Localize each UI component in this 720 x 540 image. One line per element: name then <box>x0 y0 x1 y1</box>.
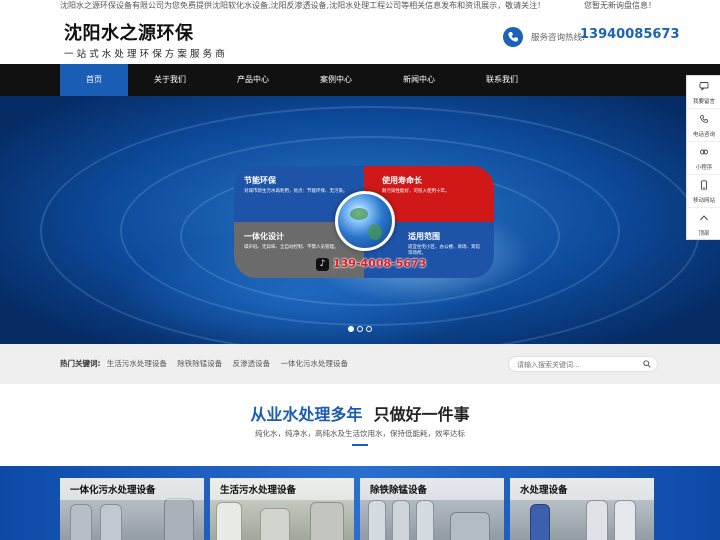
keyword-link[interactable]: 生活污水处理设备 <box>107 359 167 368</box>
header: 沈阳水之源环保 一站式水处理环保方案服务商 服务咨询热线: 1394008567… <box>0 12 720 64</box>
phone-icon <box>503 27 523 47</box>
product-card[interactable]: 水处理设备 <box>510 478 654 540</box>
message-icon <box>699 82 709 91</box>
feature-desc: 适宜住宅小区、办公楼、商场、宾馆等场所。 <box>408 245 480 256</box>
product-section: 一体化污水处理设备 生活污水处理设备 除铁除锰设备 水处理设备 <box>0 466 720 540</box>
mobile-icon <box>701 180 707 190</box>
divider <box>352 444 368 446</box>
product-card[interactable]: 一体化污水处理设备 <box>60 478 204 540</box>
hot-keywords: 热门关键词: 生活污水处理设备 除铁除锰设备 反渗透设备 一体化污水处理设备 <box>60 344 356 384</box>
side-item-label: 小程序 <box>695 165 713 171</box>
side-item-label: 我要留言 <box>692 99 715 105</box>
nav-item-news[interactable]: 新闻中心 <box>385 64 453 96</box>
intro-title-blue: 从业水处理多年 <box>250 405 363 424</box>
side-item-label: 移动网站 <box>692 198 715 204</box>
site-notice: 沈阳水之源环保设备有限公司为您免费提供沈阳软化水设备,沈阳反渗透设备,沈阳水处理… <box>60 1 546 10</box>
mini-program-icon <box>700 149 708 155</box>
search-box <box>508 356 658 372</box>
banner-hotline-number: 139-4008-5673 <box>333 257 427 270</box>
feature-desc: 耐污染性能好，可投入使用十年。 <box>382 189 450 194</box>
slide-dot[interactable] <box>357 326 363 332</box>
intro-title: 从业水处理多年 只做好一件事 <box>0 401 720 425</box>
globe-icon <box>335 191 395 251</box>
tiktok-icon: ♪ <box>316 258 329 271</box>
feature-title: 节能环保 <box>244 176 276 185</box>
intro-section: 从业水处理多年 只做好一件事 纯化水，纯净水，高纯水及生活饮用水，保持低能耗，效… <box>0 384 720 466</box>
side-item-label: 顶部 <box>698 231 710 237</box>
main-nav: 首页 关于我们 产品中心 案例中心 新闻中心 联系我们 <box>0 64 720 96</box>
nav-item-products[interactable]: 产品中心 <box>219 64 287 96</box>
top-notice-bar: 沈阳水之源环保设备有限公司为您免费提供沈阳软化水设备,沈阳反渗透设备,沈阳水处理… <box>0 0 720 12</box>
brand-slogan: 一站式水处理环保方案服务商 <box>64 49 228 60</box>
hot-keywords-label: 热门关键词: <box>60 359 101 368</box>
arrow-up-icon <box>700 215 708 221</box>
product-card-label: 一体化污水处理设备 <box>70 485 156 496</box>
slide-dot[interactable] <box>366 326 372 332</box>
nav-item-about[interactable]: 关于我们 <box>136 64 204 96</box>
intro-subtitle: 纯化水，纯净水，高纯水及生活饮用水，保持低能耗，效率达标 <box>255 429 465 438</box>
intro-title-dark: 只做好一件事 <box>373 405 470 424</box>
side-toolbar: 我要留言 电话咨询 小程序 移动网站 顶部 <box>686 75 720 240</box>
feature-desc: 对城市新生污水再利用，优点：节能环保、无污染。 <box>244 189 348 194</box>
logo[interactable]: 沈阳水之源环保 一站式水处理环保方案服务商 <box>64 19 228 60</box>
hero-banner[interactable]: 节能环保 对城市新生污水再利用，优点：节能环保、无污染。 使用寿命长 耐污染性能… <box>0 96 720 344</box>
hotline-label: 服务咨询热线: <box>531 33 585 43</box>
feature-title: 使用寿命长 <box>382 176 422 185</box>
product-card[interactable]: 除铁除锰设备 <box>360 478 504 540</box>
feature-desc: 噪声低、无异味、全自动控制、不需人员管理。 <box>244 245 339 250</box>
side-item-message[interactable]: 我要留言 <box>687 76 720 109</box>
product-card-label: 生活污水处理设备 <box>220 485 297 496</box>
keyword-link[interactable]: 一体化污水处理设备 <box>281 359 349 368</box>
keyword-link[interactable]: 除铁除锰设备 <box>177 359 222 368</box>
search-input[interactable] <box>517 359 637 370</box>
product-card[interactable]: 生活污水处理设备 <box>210 478 354 540</box>
nav-item-contact[interactable]: 联系我们 <box>468 64 536 96</box>
nav-item-home[interactable]: 首页 <box>60 64 128 96</box>
side-item-phone[interactable]: 电话咨询 <box>687 109 720 142</box>
inquiry-notice[interactable]: 您暂无新询盘信息！ <box>584 0 656 12</box>
side-item-mini-program[interactable]: 小程序 <box>687 142 720 175</box>
side-item-mobile[interactable]: 移动网站 <box>687 175 720 208</box>
search-icon[interactable] <box>643 360 651 368</box>
phone-icon <box>700 115 708 123</box>
product-card-label: 除铁除锰设备 <box>370 485 428 496</box>
side-item-label: 电话咨询 <box>692 132 715 138</box>
brand-name: 沈阳水之源环保 <box>64 23 194 44</box>
product-card-label: 水处理设备 <box>520 485 568 496</box>
search-strip: 热门关键词: 生活污水处理设备 除铁除锰设备 反渗透设备 一体化污水处理设备 <box>0 344 720 384</box>
hotline-number: 13940085673 <box>580 27 680 42</box>
keyword-link[interactable]: 反渗透设备 <box>233 359 271 368</box>
nav-item-cases[interactable]: 案例中心 <box>302 64 370 96</box>
side-item-back-to-top[interactable]: 顶部 <box>687 208 720 241</box>
slide-dot[interactable] <box>348 326 354 332</box>
